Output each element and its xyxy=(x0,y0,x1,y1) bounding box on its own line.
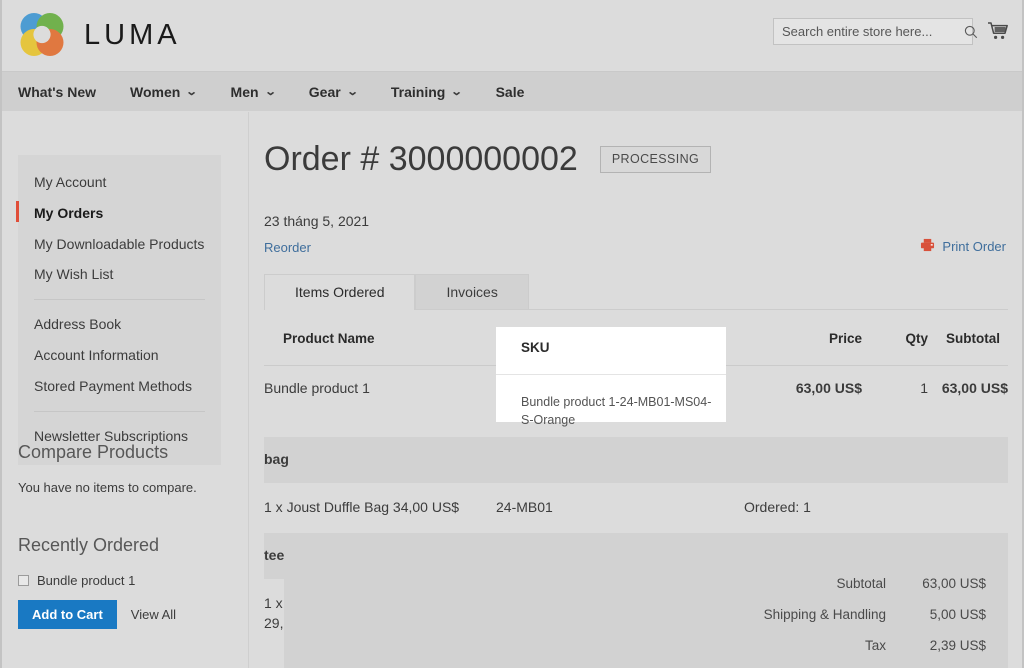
sidebar-item-stored-payment-methods[interactable]: Stored Payment Methods xyxy=(18,371,221,402)
printer-icon xyxy=(920,238,935,255)
table-row: 1 x Joust Duffle Bag 34,00 US$ 24-MB01 O… xyxy=(264,483,1008,533)
recently-ordered-checkbox[interactable] xyxy=(18,575,29,586)
order-totals: Subtotal 63,00 US$ Shipping & Handling 5… xyxy=(284,552,1008,668)
compare-products-block: Compare Products You have no items to co… xyxy=(18,442,233,495)
sidebar-item-my-wish-list[interactable]: My Wish List xyxy=(18,259,221,290)
chevron-down-icon: ⌄ xyxy=(186,85,198,98)
column-header-product-name: Product Name xyxy=(264,310,496,366)
nav-label: Women xyxy=(130,84,180,100)
totals-row-shipping: Shipping & Handling 5,00 US$ xyxy=(284,599,1008,630)
table-row: bag xyxy=(264,437,1008,483)
compare-products-title: Compare Products xyxy=(18,442,233,463)
nav-item-gear[interactable]: Gear ⌄ xyxy=(309,84,357,100)
nav-label: What's New xyxy=(18,84,96,100)
nav-item-whats-new[interactable]: What's New xyxy=(18,84,96,100)
brand-name: LUMA xyxy=(84,19,181,52)
nav-label: Training xyxy=(391,84,445,100)
site-logo[interactable]: LUMA xyxy=(16,9,181,61)
status-badge: PROCESSING xyxy=(600,146,711,173)
shopping-cart-icon[interactable] xyxy=(984,17,1012,45)
recently-ordered-actions: Add to Cart View All xyxy=(18,600,233,629)
nav-item-women[interactable]: Women ⌄ xyxy=(130,84,197,100)
nav-label: Sale xyxy=(496,84,525,100)
totals-table: Subtotal 63,00 US$ Shipping & Handling 5… xyxy=(284,568,1008,668)
cell-bundle-group-label: bag xyxy=(264,437,1008,483)
search-box[interactable] xyxy=(773,18,973,45)
divider xyxy=(34,299,205,300)
chevron-down-icon: ⌄ xyxy=(264,85,276,98)
totals-value: 70,39 US$ xyxy=(898,661,1008,668)
main-content: Order # 3000000002 PROCESSING 23 tháng 5… xyxy=(248,112,1022,668)
cell-subtotal: 63,00 US$ xyxy=(928,366,1008,437)
cell-qty: 1 xyxy=(862,366,928,437)
recently-ordered-item-label: Bundle product 1 xyxy=(37,573,135,588)
table-row: Bundle product 1 Bundle product 1-24-MB0… xyxy=(264,366,1008,437)
totals-row-tax: Tax 2,39 US$ xyxy=(284,630,1008,661)
cell-bundle-item-ordered: Ordered: 1 xyxy=(744,483,1008,533)
compare-products-empty-text: You have no items to compare. xyxy=(18,480,233,495)
cell-product-name: Bundle product 1 xyxy=(264,366,496,437)
site-header: LUMA xyxy=(2,0,1022,70)
divider xyxy=(34,411,205,412)
page-title: Order # 3000000002 xyxy=(264,141,578,178)
column-header-sku: SKU xyxy=(496,310,744,366)
tab-invoices[interactable]: Invoices xyxy=(415,274,528,310)
nav-item-sale[interactable]: Sale xyxy=(496,84,525,100)
totals-value: 5,00 US$ xyxy=(898,599,1008,630)
column-header-qty: Qty xyxy=(862,310,928,366)
cell-sku: Bundle product 1-24-MB01-MS04-S-Orange xyxy=(496,366,744,437)
nav-item-men[interactable]: Men ⌄ xyxy=(231,84,275,100)
totals-value: 63,00 US$ xyxy=(898,568,1008,599)
totals-row-subtotal: Subtotal 63,00 US$ xyxy=(284,568,1008,599)
print-order-label: Print Order xyxy=(942,239,1006,254)
print-order-link[interactable]: Print Order xyxy=(920,238,1006,255)
luma-logo-icon xyxy=(16,9,68,61)
totals-row-grand-total: Grand Total 70,39 US$ xyxy=(284,661,1008,668)
cell-bundle-item-sku: 24-MB01 xyxy=(496,483,744,533)
nav-label: Gear xyxy=(309,84,341,100)
search-input[interactable] xyxy=(774,19,964,44)
chevron-down-icon: ⌄ xyxy=(451,85,463,98)
sidebar-item-my-account[interactable]: My Account xyxy=(18,167,221,198)
totals-value: 2,39 US$ xyxy=(898,630,1008,661)
order-header: Order # 3000000002 PROCESSING xyxy=(264,141,711,178)
cell-bundle-item-name: 1 x Joust Duffle Bag 34,00 US$ xyxy=(264,483,496,533)
totals-label: Grand Total xyxy=(284,661,898,668)
table-header: Product Name SKU Price Qty Subtotal xyxy=(264,310,1008,366)
nav-item-training[interactable]: Training ⌄ xyxy=(391,84,462,100)
search-icon[interactable] xyxy=(964,25,978,39)
list-item[interactable]: Bundle product 1 xyxy=(18,573,233,588)
order-tabs: Items Ordered Invoices xyxy=(264,271,529,310)
column-header-subtotal: Subtotal xyxy=(928,310,1008,366)
order-date: 23 tháng 5, 2021 xyxy=(264,213,369,229)
sidebar-item-my-downloadable-products[interactable]: My Downloadable Products xyxy=(18,229,221,260)
totals-label: Shipping & Handling xyxy=(284,599,898,630)
totals-label: Subtotal xyxy=(284,568,898,599)
view-all-link[interactable]: View All xyxy=(131,607,176,622)
sidebar-item-address-book[interactable]: Address Book xyxy=(18,309,221,340)
reorder-link[interactable]: Reorder xyxy=(264,240,311,255)
totals-label: Tax xyxy=(284,630,898,661)
sidebar-item-my-orders[interactable]: My Orders xyxy=(18,198,221,229)
page-root: LUMA What's New Women xyxy=(0,0,1024,668)
sidebar: My Account My Orders My Downloadable Pro… xyxy=(2,112,248,668)
chevron-down-icon: ⌄ xyxy=(346,85,358,98)
account-navigation: My Account My Orders My Downloadable Pro… xyxy=(18,155,221,465)
recently-ordered-title: Recently Ordered xyxy=(18,535,233,556)
column-header-price: Price xyxy=(744,310,862,366)
nav-label: Men xyxy=(231,84,259,100)
add-to-cart-button[interactable]: Add to Cart xyxy=(18,600,117,629)
table-header-row: Product Name SKU Price Qty Subtotal xyxy=(264,310,1008,366)
cell-price: 63,00 US$ xyxy=(744,366,862,437)
main-navigation: What's New Women ⌄ Men ⌄ Gear ⌄ Training… xyxy=(2,71,1022,111)
recently-ordered-block: Recently Ordered Bundle product 1 Add to… xyxy=(18,535,233,629)
sidebar-item-account-information[interactable]: Account Information xyxy=(18,340,221,371)
tab-items-ordered[interactable]: Items Ordered xyxy=(264,274,415,310)
